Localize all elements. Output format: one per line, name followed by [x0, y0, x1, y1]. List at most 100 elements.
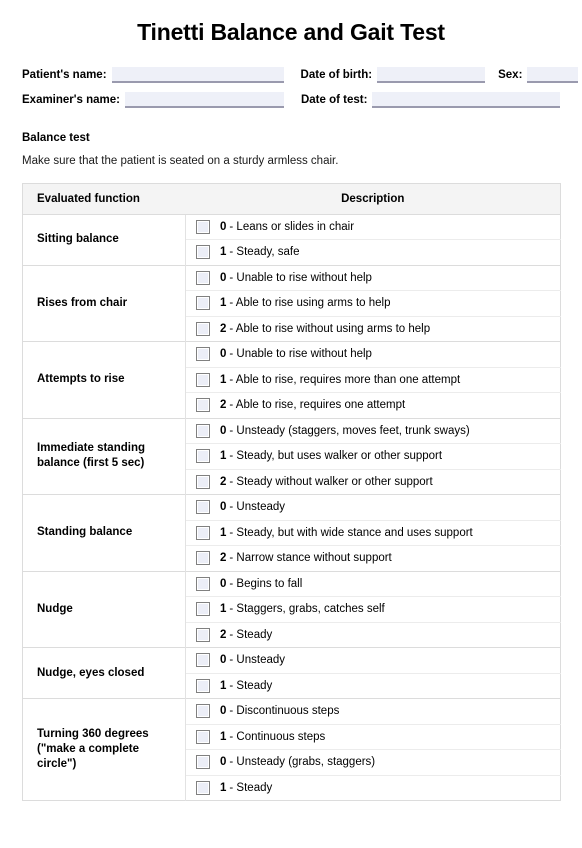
score-checkbox[interactable] — [196, 398, 210, 413]
score-checkbox[interactable] — [196, 729, 210, 744]
score-value: 0 — [220, 756, 227, 769]
score-value: 1 — [220, 373, 227, 386]
score-option: 1- Steady, but uses walker or other supp… — [194, 449, 552, 464]
score-option-cell: 1- Able to rise, requires more than one … — [185, 366, 561, 393]
score-option: 2- Steady — [194, 627, 552, 642]
score-value: 0 — [220, 424, 227, 437]
score-option: 2- Narrow stance without support — [194, 551, 552, 566]
score-description: - Able to rise, requires one attempt — [229, 399, 406, 412]
evaluated-function-label: Attempts to rise — [22, 341, 186, 419]
score-option: 2- Able to rise, requires one attempt — [194, 398, 552, 413]
score-option: 0- Unsteady (staggers, moves feet, trunk… — [194, 423, 552, 438]
score-checkbox[interactable] — [196, 372, 210, 387]
score-option-cell: 2- Steady without walker or other suppor… — [185, 468, 561, 495]
score-checkbox[interactable] — [196, 270, 210, 285]
score-description: - Continuous steps — [229, 730, 326, 743]
table-row: Attempts to rise 0- Unable to rise withou… — [22, 341, 561, 419]
score-description: - Steady without walker or other support — [229, 475, 433, 488]
score-checkbox[interactable] — [196, 245, 210, 260]
score-option-cell: 1- Steady — [185, 774, 561, 801]
page-title: Tinetti Balance and Gait Test — [137, 19, 445, 45]
score-checkbox[interactable] — [196, 780, 210, 795]
score-checkbox[interactable] — [196, 551, 210, 566]
score-checkbox[interactable] — [196, 576, 210, 591]
balance-test-instruction: Make sure that the patient is seated on … — [22, 154, 339, 167]
score-checkbox[interactable] — [196, 321, 210, 336]
score-value: 1 — [220, 781, 227, 794]
score-value: 1 — [220, 679, 227, 692]
date-of-birth-input[interactable] — [377, 66, 486, 83]
score-checkbox[interactable] — [196, 627, 210, 642]
column-header-description: Description — [185, 183, 561, 215]
date-of-test-input[interactable] — [372, 91, 561, 108]
score-option: 0- Begins to fall — [194, 576, 552, 591]
score-description: - Steady — [229, 628, 273, 641]
score-value: 1 — [220, 526, 227, 539]
score-option-cell: 1- Continuous steps — [185, 723, 561, 750]
score-value: 0 — [220, 705, 227, 718]
examiners-name-input[interactable] — [124, 91, 284, 108]
evaluated-function-label: Sitting balance — [22, 213, 186, 266]
balance-test-heading: Balance test — [22, 131, 90, 144]
score-option: 1- Able to rise, requires more than one … — [194, 372, 552, 387]
patient-info-block: Patient's name: Date of birth: Sex: Exam… — [22, 66, 579, 108]
table-body: Sitting balance 0- Leans or slides in cha… — [22, 213, 561, 801]
score-option-cell: 1- Steady — [185, 672, 561, 699]
score-description: - Steady — [229, 781, 273, 794]
sex-label: Sex: — [498, 68, 523, 81]
score-option: 0- Unsteady — [194, 500, 552, 515]
score-option-cell: 0- Unsteady (grabs, staggers) — [185, 749, 561, 776]
score-checkbox[interactable] — [196, 602, 210, 617]
score-option: 0- Unable to rise without help — [194, 347, 552, 362]
score-checkbox[interactable] — [196, 347, 210, 362]
evaluated-function-label: Nudge, eyes closed — [22, 647, 186, 699]
column-header-evaluated-function: Evaluated function — [22, 183, 186, 215]
score-option-cell: 2- Steady — [185, 621, 561, 648]
score-description: - Discontinuous steps — [229, 705, 340, 718]
table-row: Rises from chair 0- Unable to rise withou… — [22, 264, 561, 342]
score-checkbox[interactable] — [196, 423, 210, 438]
score-checkbox[interactable] — [196, 704, 210, 719]
score-option-cell: 0- Begins to fall — [185, 570, 561, 597]
patients-name-input[interactable] — [111, 66, 284, 83]
score-checkbox[interactable] — [196, 525, 210, 540]
score-value: 1 — [220, 246, 227, 259]
sex-input[interactable] — [527, 66, 579, 83]
score-description: - Unsteady (staggers, moves feet, trunk … — [229, 424, 470, 437]
score-checkbox[interactable] — [196, 653, 210, 668]
evaluated-function-label: Immediate standing balance (first 5 sec) — [22, 417, 186, 495]
score-description: - Unable to rise without help — [229, 271, 372, 284]
score-checkbox[interactable] — [196, 219, 210, 234]
score-description: - Steady, but with wide stance and uses … — [229, 526, 473, 539]
score-checkbox[interactable] — [196, 449, 210, 464]
score-description: - Able to rise using arms to help — [229, 297, 391, 310]
score-option-cell: 1- Steady, but uses walker or other supp… — [185, 443, 561, 470]
score-option-cell: 0- Unsteady (staggers, moves feet, trunk… — [185, 417, 561, 444]
score-option-cell: 0- Discontinuous steps — [185, 698, 561, 725]
balance-score-table: Evaluated function Description Sitting b… — [22, 182, 561, 802]
score-option-cell: 0- Unsteady — [185, 494, 561, 521]
score-value: 0 — [220, 271, 227, 284]
evaluated-function-label: Standing balance — [22, 494, 186, 572]
score-description: - Unsteady — [229, 654, 286, 667]
score-value: 0 — [220, 577, 227, 590]
score-value: 2 — [220, 628, 227, 641]
score-value: 1 — [220, 297, 227, 310]
score-checkbox[interactable] — [196, 755, 210, 770]
score-checkbox[interactable] — [196, 296, 210, 311]
score-option: 0- Unsteady — [194, 653, 552, 668]
date-of-test-label: Date of test: — [300, 93, 368, 106]
table-row: Turning 360 degrees ("make a complete ci… — [22, 698, 561, 801]
patient-info-row-1: Patient's name: Date of birth: Sex: — [22, 66, 579, 83]
score-option: 0- Unsteady (grabs, staggers) — [194, 755, 552, 770]
score-checkbox[interactable] — [196, 678, 210, 693]
score-checkbox[interactable] — [196, 500, 210, 515]
score-checkbox[interactable] — [196, 474, 210, 489]
score-option: 0- Unable to rise without help — [194, 270, 552, 285]
table-row: Immediate standing balance (first 5 sec)… — [22, 417, 561, 495]
score-description: - Able to rise without using arms to hel… — [229, 322, 431, 335]
score-option-cell: 1- Staggers, grabs, catches self — [185, 596, 561, 623]
date-of-birth-label: Date of birth: — [300, 68, 373, 81]
table-row: Standing balance 0- Unsteady — [22, 494, 561, 572]
score-description: - Unsteady — [229, 501, 286, 514]
